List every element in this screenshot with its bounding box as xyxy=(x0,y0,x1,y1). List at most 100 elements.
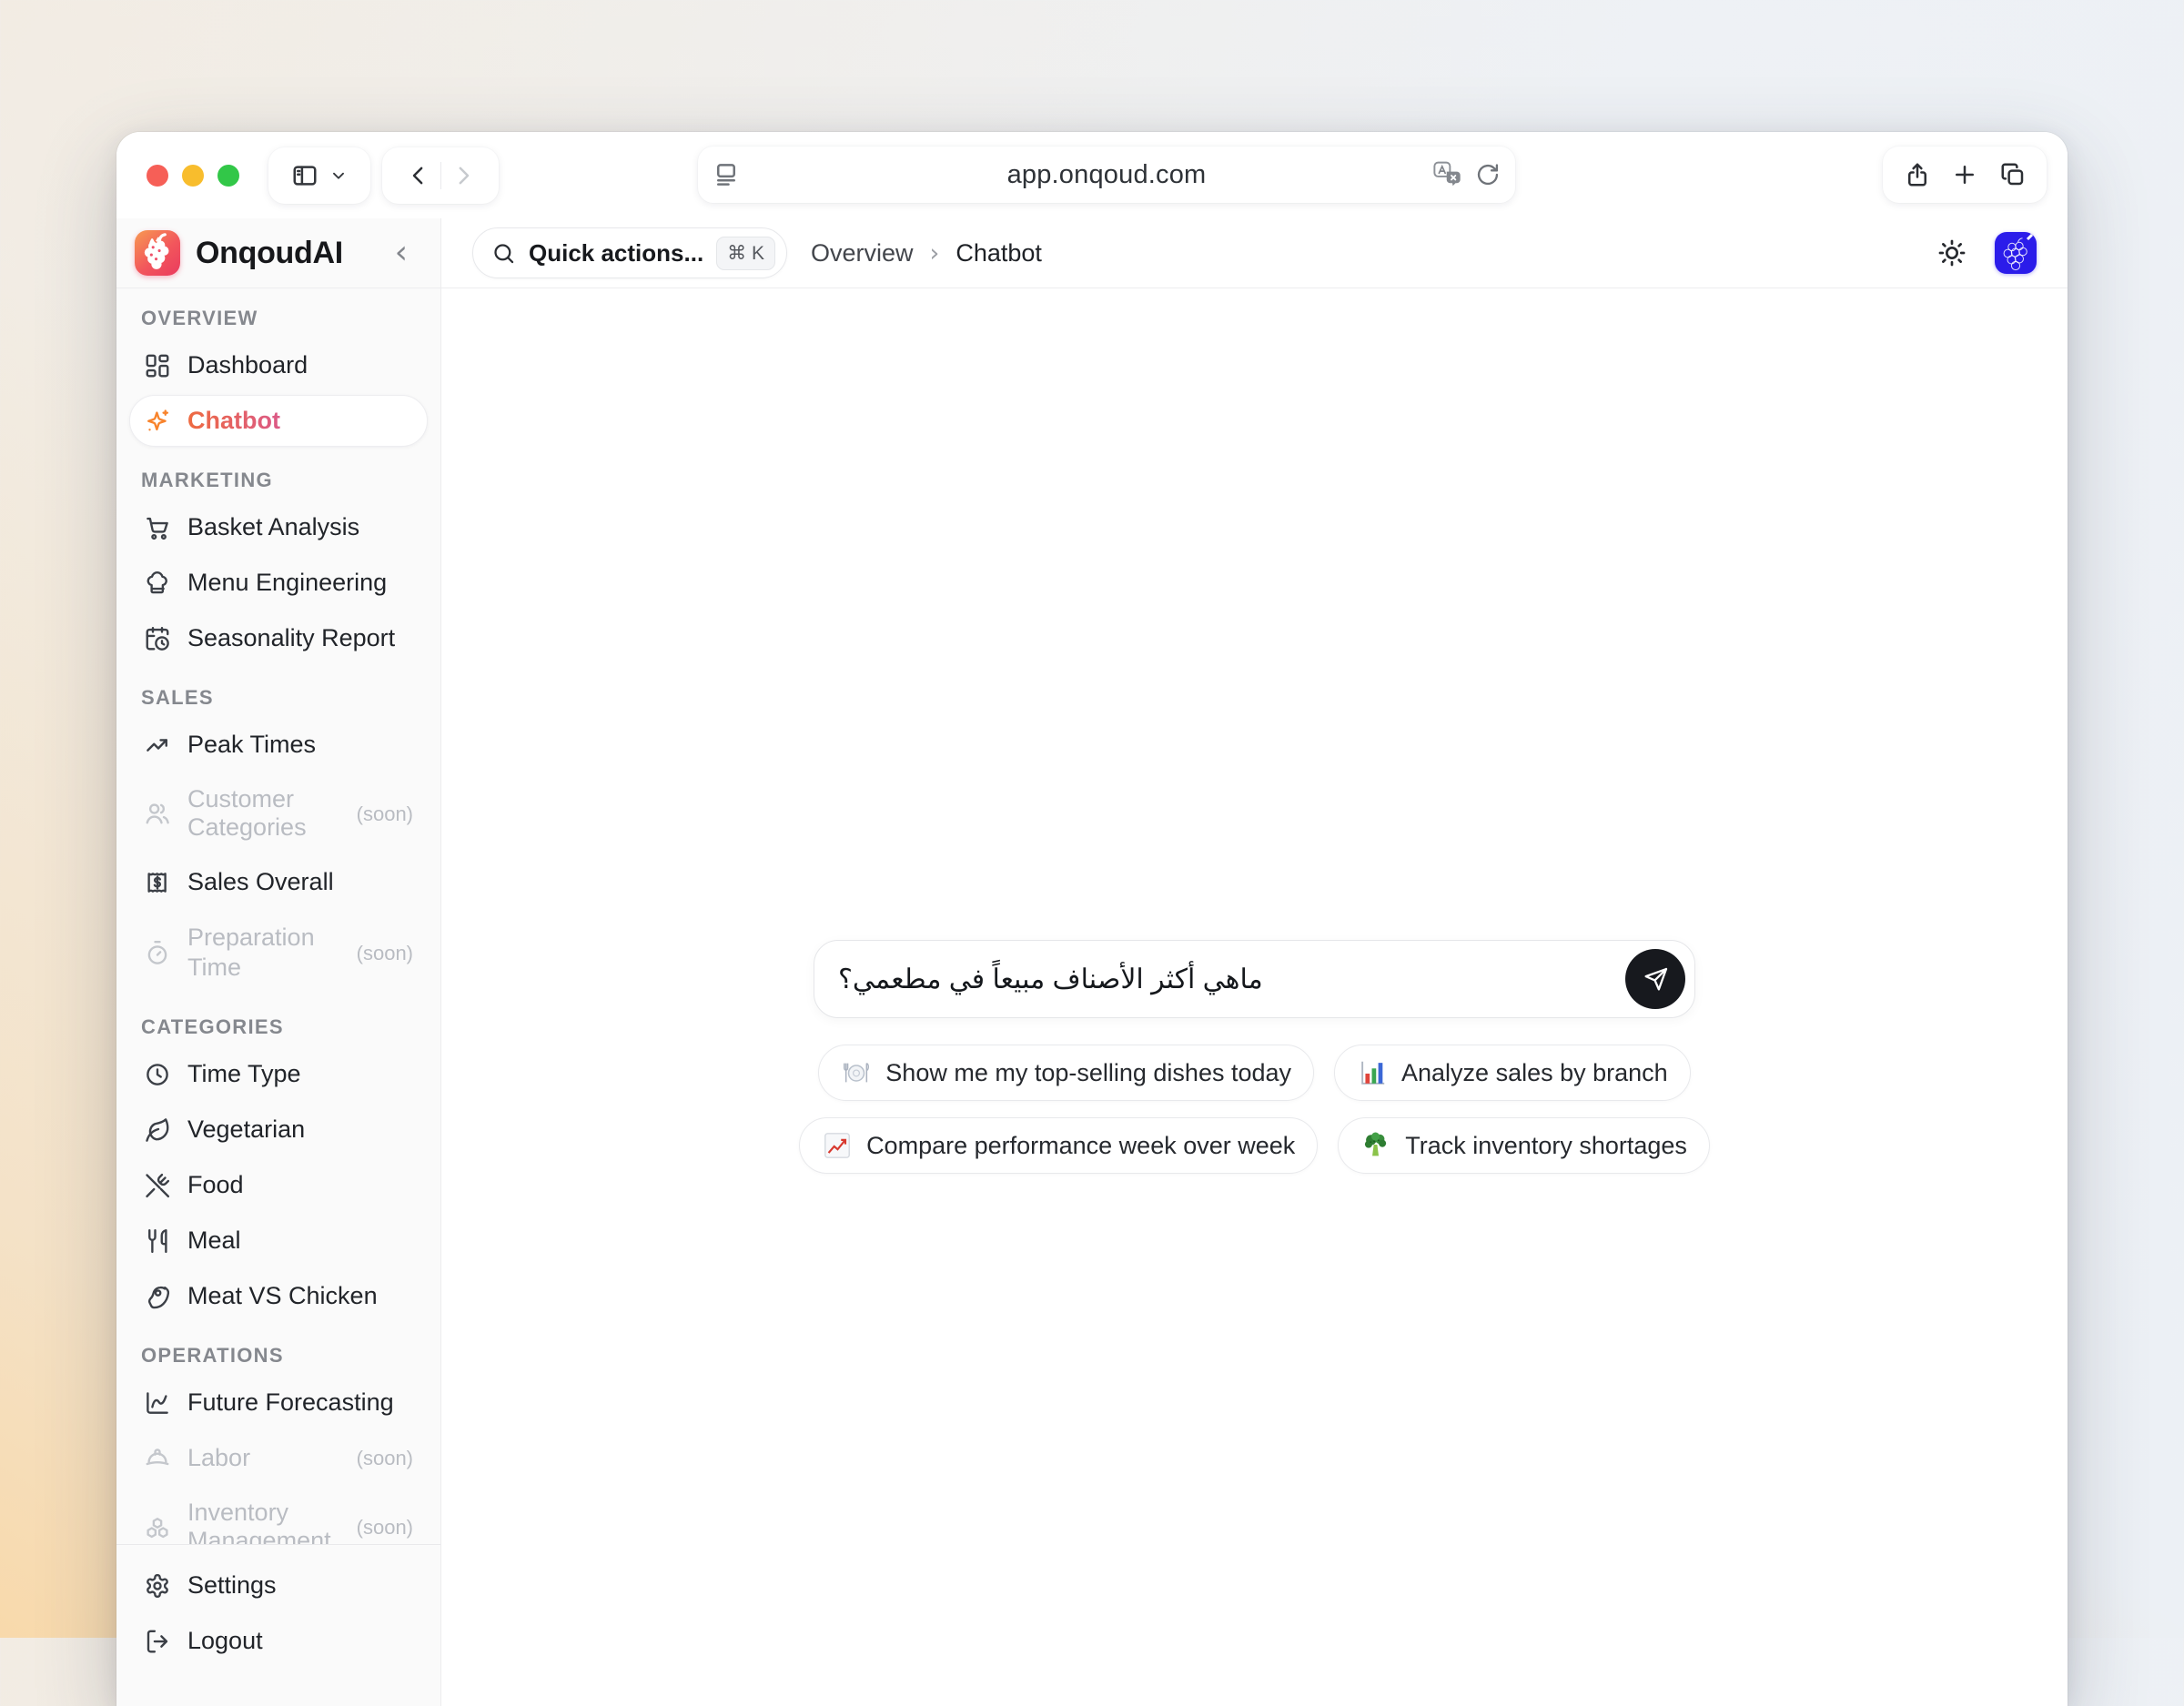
suggestion-compare-performance[interactable]: Compare performance week over week xyxy=(799,1117,1318,1174)
section-label-sales: SALES xyxy=(141,686,416,710)
suggestion-top-selling-dishes[interactable]: Show me my top-selling dishes today xyxy=(818,1045,1314,1101)
address-bar[interactable]: app.onqoud.com xyxy=(698,146,1515,203)
users-icon xyxy=(144,800,171,827)
avatar-grape-icon xyxy=(1995,232,2037,274)
chatbot-canvas: ماهي أكثر الأصناف مبيعاً في مطعمي؟ xyxy=(441,288,2068,1706)
chat-input-text[interactable]: ماهي أكثر الأصناف مبيعاً في مطعمي؟ xyxy=(838,964,1263,995)
history-nav-group xyxy=(382,147,499,204)
share-button[interactable] xyxy=(1904,161,1931,188)
soon-badge: (soon) xyxy=(357,1443,413,1473)
breadcrumb-overview[interactable]: Overview xyxy=(811,239,914,268)
sidebar-item-menu-engineering[interactable]: Menu Engineering xyxy=(129,557,428,609)
chevron-left-icon xyxy=(405,162,432,189)
sidebar-collapse-button[interactable]: ‹ xyxy=(389,237,413,269)
sidebar-item-meal[interactable]: Meal xyxy=(129,1215,428,1267)
chat-center: ماهي أكثر الأصناف مبيعاً في مطعمي؟ xyxy=(773,940,1737,1174)
plate-fork-knife-emoji-icon xyxy=(841,1057,872,1088)
url-text: app.onqoud.com xyxy=(698,160,1515,190)
keyboard-shortcut-badge: ⌘ K xyxy=(716,237,775,270)
sidebar-item-basket-analysis[interactable]: Basket Analysis xyxy=(129,501,428,553)
clock-icon xyxy=(144,1061,171,1088)
main-area: Quick actions... ⌘ K Overview › Chatbot xyxy=(441,218,2068,1706)
sidebar-item-seasonality-report[interactable]: Seasonality Report xyxy=(129,612,428,664)
calendar-clock-icon xyxy=(144,625,171,652)
suggestion-label: Compare performance week over week xyxy=(866,1132,1295,1160)
sidebar-item-preparation-time[interactable]: Preparation Time (soon) xyxy=(129,912,428,994)
utensils-crossed-icon xyxy=(144,1172,171,1199)
breadcrumb-separator: › xyxy=(930,239,940,268)
user-avatar[interactable] xyxy=(1995,232,2037,274)
sidebar-item-peak-times[interactable]: Peak Times xyxy=(129,719,428,771)
section-label-categories: CATEGORIES xyxy=(141,1015,416,1039)
chevron-down-icon xyxy=(329,166,349,186)
minimize-window-button[interactable] xyxy=(182,165,204,187)
broccoli-emoji-icon xyxy=(1360,1130,1391,1161)
sidebar-item-inventory-management[interactable]: Inventory Management (soon) xyxy=(129,1488,428,1544)
theme-toggle-button[interactable] xyxy=(1936,237,1967,268)
trending-up-icon xyxy=(144,732,171,759)
logout-icon xyxy=(144,1628,171,1655)
sidebar-item-chatbot[interactable]: Chatbot xyxy=(129,395,428,447)
sidebar-item-customer-categories[interactable]: Customer Categories (soon) xyxy=(129,774,428,853)
sparkles-icon xyxy=(144,408,171,435)
chart-line-icon xyxy=(144,1389,171,1417)
suggestion-label: Show me my top-selling dishes today xyxy=(885,1059,1291,1087)
topbar-actions xyxy=(1936,232,2037,274)
breadcrumb-chatbot: Chatbot xyxy=(956,239,1042,268)
traffic-lights xyxy=(147,165,239,187)
panel-left-icon xyxy=(291,162,318,189)
sidebar-item-time-type[interactable]: Time Type xyxy=(129,1048,428,1100)
plus-icon xyxy=(1951,161,1978,188)
send-icon xyxy=(1643,966,1669,993)
send-button[interactable] xyxy=(1625,949,1685,1009)
suggestion-track-inventory[interactable]: Track inventory shortages xyxy=(1338,1117,1710,1174)
utensils-icon xyxy=(144,1227,171,1255)
app-content: OnqoudAI ‹ OVERVIEW Dashboard xyxy=(116,218,2068,1706)
dashboard-icon xyxy=(144,352,171,379)
sidebar-item-vegetarian[interactable]: Vegetarian xyxy=(129,1104,428,1156)
zoom-window-button[interactable] xyxy=(217,165,239,187)
gear-icon xyxy=(144,1572,171,1600)
forward-button[interactable] xyxy=(450,162,477,189)
app-topbar: Quick actions... ⌘ K Overview › Chatbot xyxy=(441,218,2068,288)
chart-increasing-emoji-icon xyxy=(822,1130,853,1161)
search-label: Quick actions... xyxy=(529,239,703,268)
sun-icon xyxy=(1936,237,1967,268)
sidebar-item-sales-overall[interactable]: Sales Overall xyxy=(129,856,428,908)
new-tab-button[interactable] xyxy=(1951,161,1978,188)
chat-input[interactable]: ماهي أكثر الأصناف مبيعاً في مطعمي؟ xyxy=(814,940,1695,1018)
chef-hat-icon xyxy=(144,570,171,597)
sidebar-footer: Settings Logout xyxy=(116,1544,440,1706)
reload-icon[interactable] xyxy=(1475,162,1501,187)
sidebar-item-dashboard[interactable]: Dashboard xyxy=(129,339,428,391)
app-sidebar: OnqoudAI ‹ OVERVIEW Dashboard xyxy=(116,218,441,1706)
onqoud-logo xyxy=(135,230,180,276)
sidebar-nav: OVERVIEW Dashboard Chatbot MARKETING xyxy=(116,288,440,1544)
sidebar-item-food[interactable]: Food xyxy=(129,1159,428,1211)
suggestion-label: Analyze sales by branch xyxy=(1401,1059,1668,1087)
suggestion-analyze-sales-by-branch[interactable]: Analyze sales by branch xyxy=(1334,1045,1691,1101)
suggestion-label: Track inventory shortages xyxy=(1405,1132,1687,1160)
show-tabs-button[interactable] xyxy=(1999,161,2027,188)
boxes-icon xyxy=(144,1513,171,1540)
sidebar-item-settings[interactable]: Settings xyxy=(129,1560,428,1611)
soon-badge: (soon) xyxy=(357,799,413,829)
quick-actions-search[interactable]: Quick actions... ⌘ K xyxy=(472,227,787,278)
breadcrumb: Overview › Chatbot xyxy=(811,239,1042,268)
receipt-dollar-icon xyxy=(144,869,171,896)
section-label-overview: OVERVIEW xyxy=(141,307,416,330)
translate-icon[interactable] xyxy=(1433,161,1464,188)
close-window-button[interactable] xyxy=(147,165,168,187)
bar-chart-emoji-icon xyxy=(1357,1057,1388,1088)
shopping-cart-icon xyxy=(144,514,171,541)
soon-badge: (soon) xyxy=(357,1512,413,1542)
section-label-operations: OPERATIONS xyxy=(141,1344,416,1368)
soon-badge: (soon) xyxy=(357,938,413,968)
steak-icon xyxy=(144,1283,171,1310)
sidebar-item-labor[interactable]: Labor (soon) xyxy=(129,1432,428,1484)
sidebar-item-meat-vs-chicken[interactable]: Meat VS Chicken xyxy=(129,1270,428,1322)
sidebar-item-logout[interactable]: Logout xyxy=(129,1615,428,1667)
sidebar-item-future-forecasting[interactable]: Future Forecasting xyxy=(129,1377,428,1428)
back-button[interactable] xyxy=(405,162,432,189)
browser-sidebar-toggle-button[interactable] xyxy=(268,147,370,204)
